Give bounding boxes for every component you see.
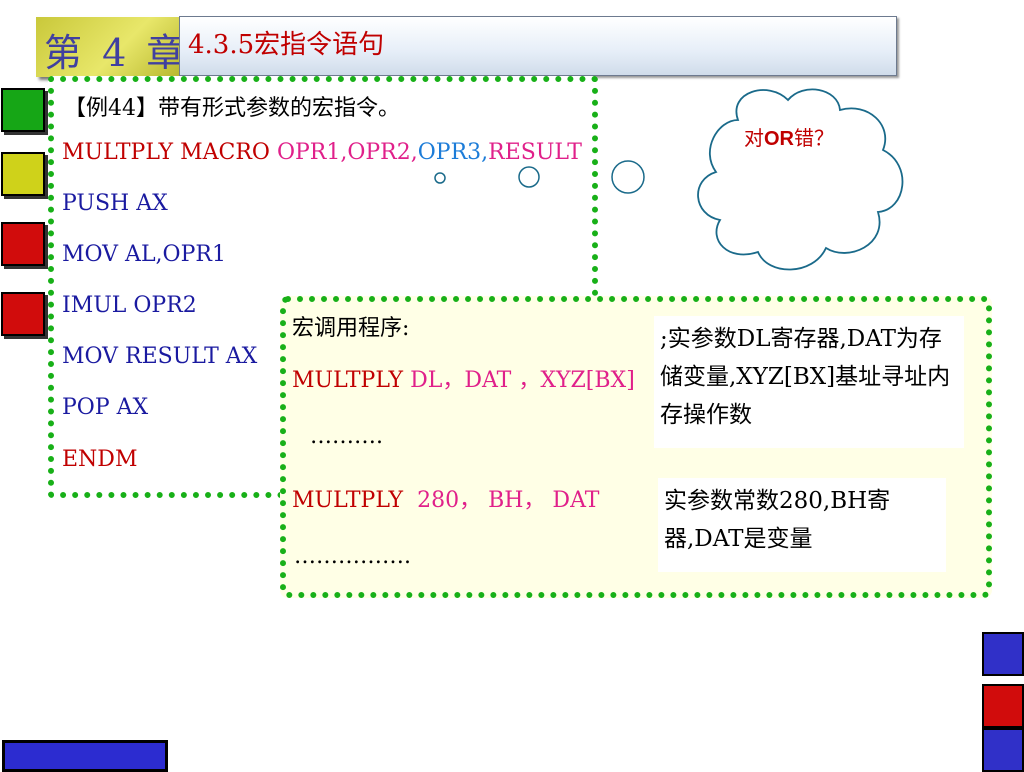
call-box-label: 宏调用程序: [292, 316, 410, 341]
macro-param-opr2: OPR2, [347, 140, 418, 165]
cloud-suffix: 错？ [794, 126, 834, 150]
macro-name: MULTPLY MACRO [62, 140, 270, 165]
note-call-1: ;实参数DL寄存器,DAT为存储变量,XYZ[BX]基址寻址内存操作数 [654, 316, 964, 448]
cloud-question: 对OR错？ [744, 122, 834, 151]
example-label: 【例44】带有形式参数的宏指令。 [64, 96, 400, 121]
nav-button-green[interactable] [1, 88, 45, 132]
nav-button-blue-2[interactable] [982, 728, 1024, 772]
call-1-name: MULTPLY [292, 368, 404, 393]
bottom-nav-bar[interactable] [2, 740, 168, 772]
nav-button-blue-1[interactable] [982, 632, 1024, 676]
code-line: IMUL OPR2 [62, 293, 197, 318]
call-line-2: MULTPLY 280， BH， DAT [292, 482, 599, 514]
call-2-name: MULTPLY [292, 488, 404, 513]
cloud-keyword: OR [764, 128, 794, 150]
chapter-label: 第 4 章 [44, 31, 189, 75]
macro-param-opr1: OPR1, [276, 140, 348, 165]
nav-button-yellow[interactable] [1, 152, 45, 196]
page-title: 4.3.5宏指令语句 [188, 30, 385, 60]
code-line: POP AX [62, 395, 149, 420]
nav-button-red-1[interactable] [1, 222, 45, 266]
ellipsis-2: ……………. [294, 544, 411, 569]
code-end: ENDM [62, 447, 138, 472]
thought-cloud-icon [434, 88, 904, 271]
code-line: MOV RESULT AX [62, 344, 258, 369]
cloud-prefix: 对 [744, 126, 764, 150]
call-line-1: MULTPLY DL，DAT ，XYZ[BX] [292, 362, 635, 394]
call-1-args: DL，DAT ，XYZ[BX] [410, 368, 635, 393]
note-call-2: 实参数常数280,BH寄器,DAT是变量 [658, 478, 946, 572]
code-line: MOV AL,OPR1 [62, 242, 226, 267]
ellipsis-1: ………. [310, 424, 383, 449]
code-line: PUSH AX [62, 191, 168, 216]
nav-button-red-2[interactable] [1, 292, 45, 336]
call-2-args: 280， BH， DAT [417, 488, 600, 513]
nav-button-red-3[interactable] [982, 684, 1024, 728]
